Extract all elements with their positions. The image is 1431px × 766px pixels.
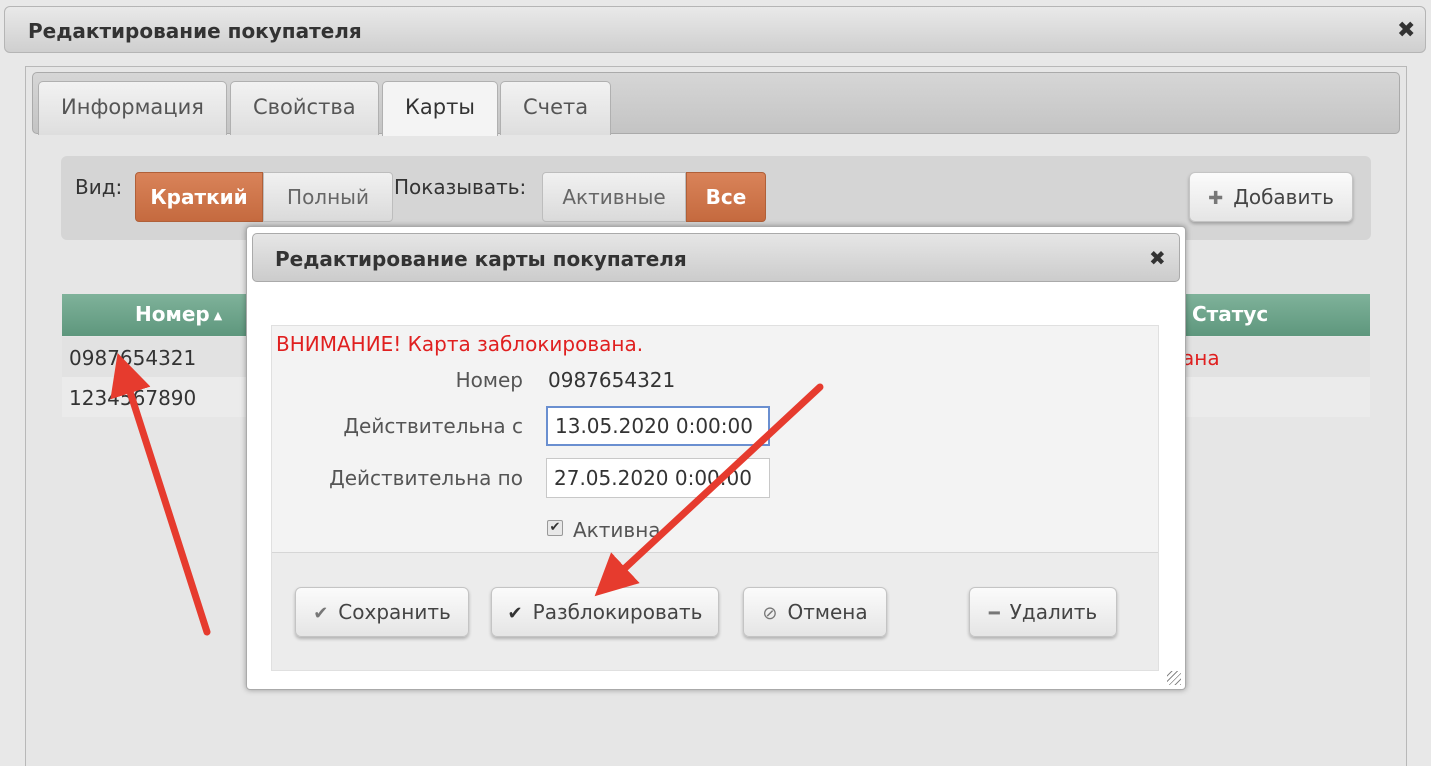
- check-circle-icon: ✔: [507, 603, 523, 624]
- tab-information[interactable]: Информация: [38, 81, 227, 135]
- save-button-label: Сохранить: [338, 600, 451, 624]
- number-label: Номер: [455, 368, 523, 392]
- cancel-icon: ⊘: [762, 603, 778, 624]
- edit-card-dialog: Редактирование карты покупателя ✖ ВНИМАН…: [246, 226, 1186, 690]
- unblock-button[interactable]: ✔ Разблокировать: [491, 587, 719, 637]
- add-button-label: Добавить: [1233, 185, 1334, 209]
- save-button[interactable]: ✔ Сохранить: [295, 587, 469, 637]
- dialog-close-icon[interactable]: ✖: [1149, 248, 1166, 268]
- dialog-title-bar[interactable]: Редактирование карты покупателя ✖: [252, 233, 1180, 282]
- card-status-cell: ана: [1182, 346, 1220, 370]
- show-all-button[interactable]: Все: [686, 172, 766, 222]
- unblock-button-label: Разблокировать: [532, 600, 703, 624]
- card-number-cell: 0987654321: [69, 346, 197, 370]
- window-title-bar: Редактирование покупателя ✖: [4, 6, 1426, 53]
- close-icon[interactable]: ✖: [1397, 20, 1415, 42]
- checkmark-icon: ✔: [549, 520, 561, 535]
- plus-icon: ✚: [1208, 188, 1224, 209]
- add-button[interactable]: ✚ Добавить: [1189, 172, 1353, 222]
- tab-invoices[interactable]: Счета: [500, 81, 612, 135]
- window-title: Редактирование покупателя: [28, 19, 362, 43]
- valid-from-label: Действительна с: [343, 414, 523, 438]
- check-icon: ✔: [313, 603, 329, 624]
- dialog-title: Редактирование карты покупателя: [275, 247, 687, 271]
- dialog-button-bar: ✔ Сохранить ✔ Разблокировать ⊘ Отмена ━ Удал…: [272, 553, 1158, 670]
- delete-button-label: Удалить: [1009, 600, 1098, 624]
- tab-properties[interactable]: Свойства: [230, 81, 379, 135]
- view-full-button[interactable]: Полный: [263, 172, 393, 222]
- number-value: 0987654321: [548, 368, 676, 392]
- show-active-button[interactable]: Активные: [542, 172, 686, 222]
- sort-asc-icon: ▲: [213, 309, 223, 322]
- show-label: Показывать:: [394, 175, 527, 199]
- view-brief-button[interactable]: Краткий: [135, 172, 263, 222]
- valid-to-input[interactable]: [546, 458, 770, 498]
- column-header-status[interactable]: Статус: [1192, 302, 1268, 326]
- cancel-button[interactable]: ⊘ Отмена: [743, 587, 887, 637]
- cancel-button-label: Отмена: [787, 600, 868, 624]
- blocked-warning: ВНИМАНИЕ! Карта заблокирована.: [276, 332, 644, 356]
- resize-handle[interactable]: [1167, 671, 1181, 685]
- tab-bar: Информация Свойства Карты Счета: [32, 72, 1400, 136]
- valid-from-input[interactable]: [546, 406, 770, 446]
- active-label: Активна: [573, 518, 661, 542]
- dialog-body: ВНИМАНИЕ! Карта заблокирована. Номер 098…: [271, 325, 1159, 671]
- delete-button[interactable]: ━ Удалить: [969, 587, 1117, 637]
- minus-icon: ━: [988, 603, 1000, 624]
- card-number-cell: 1234567890: [69, 386, 197, 410]
- valid-to-label: Действительна по: [329, 466, 523, 490]
- column-header-number[interactable]: Номер ▲: [135, 302, 222, 326]
- active-checkbox[interactable]: ✔: [547, 520, 563, 536]
- view-label: Вид:: [75, 175, 123, 199]
- tab-cards[interactable]: Карты: [382, 81, 498, 136]
